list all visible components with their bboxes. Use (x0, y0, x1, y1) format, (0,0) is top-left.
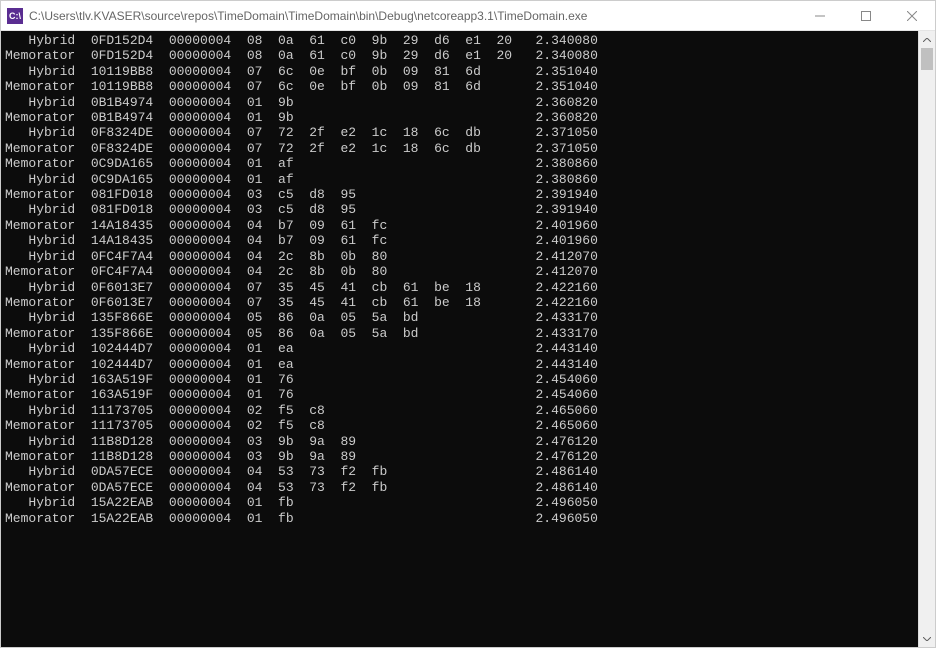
console-body: Hybrid 0FD152D4 00000004 08 0a 61 c0 9b … (1, 31, 935, 647)
minimize-icon (815, 11, 825, 21)
titlebar[interactable]: C:\ C:\Users\tlv.KVASER\source\repos\Tim… (1, 1, 935, 31)
console-window: C:\ C:\Users\tlv.KVASER\source\repos\Tim… (0, 0, 936, 648)
chevron-down-icon (923, 637, 931, 641)
app-icon: C:\ (7, 8, 23, 24)
console-output[interactable]: Hybrid 0FD152D4 00000004 08 0a 61 c0 9b … (1, 31, 918, 647)
vertical-scrollbar[interactable] (918, 31, 935, 647)
chevron-up-icon (923, 38, 931, 42)
scrollbar-thumb[interactable] (921, 48, 933, 70)
maximize-icon (861, 11, 871, 21)
scroll-down-button[interactable] (919, 630, 935, 647)
scroll-up-button[interactable] (919, 31, 935, 48)
scrollbar-track[interactable] (919, 48, 935, 630)
close-icon (907, 11, 917, 21)
window-controls (797, 1, 935, 30)
window-title: C:\Users\tlv.KVASER\source\repos\TimeDom… (29, 9, 797, 23)
maximize-button[interactable] (843, 1, 889, 30)
close-button[interactable] (889, 1, 935, 30)
minimize-button[interactable] (797, 1, 843, 30)
